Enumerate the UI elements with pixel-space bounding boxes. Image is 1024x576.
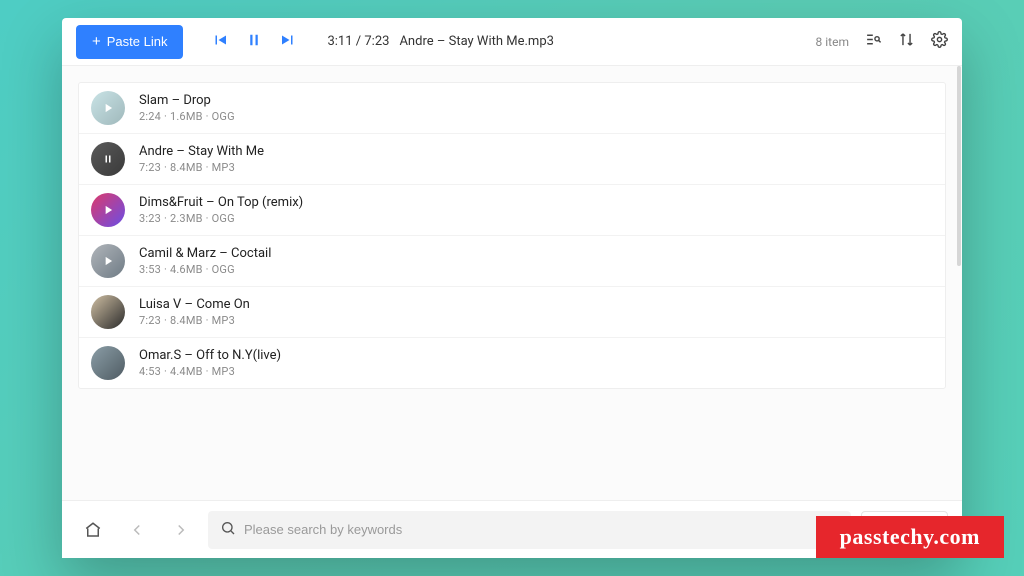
- time-display: 3:11 / 7:23: [327, 34, 389, 49]
- watermark: passtechy.com: [816, 516, 1004, 558]
- track-thumb[interactable]: [91, 244, 125, 278]
- paste-link-label: Paste Link: [107, 34, 168, 49]
- header-right: 8 item: [816, 31, 948, 52]
- track-title: Slam – Drop: [139, 93, 235, 108]
- track-size: 4.4MB: [170, 365, 203, 378]
- track-duration: 7:23: [139, 161, 161, 174]
- track-duration: 2:24: [139, 110, 161, 123]
- track-title: Omar.S – Off to N.Y(live): [139, 348, 281, 363]
- track-text: Luisa V – Come On 7:23 · 8.4MB · MP3: [139, 297, 250, 327]
- play-icon: [101, 101, 115, 115]
- search-icon: [220, 520, 236, 540]
- track-row[interactable]: Slam – Drop 2:24 · 1.6MB · OGG: [79, 83, 945, 134]
- app-window: + Paste Link 3:11 / 7:23 Andre – Stay Wi…: [62, 18, 962, 558]
- search-box[interactable]: [208, 511, 851, 549]
- transport-controls: [211, 31, 297, 53]
- next-track-icon[interactable]: [279, 31, 297, 53]
- scrollbar[interactable]: [957, 66, 961, 266]
- track-row[interactable]: Camil & Marz – Coctail 3:53 · 4.6MB · OGG: [79, 236, 945, 287]
- track-meta: 3:53 · 4.6MB · OGG: [139, 263, 271, 276]
- track-size: 8.4MB: [170, 161, 203, 174]
- elapsed-time: 3:11: [327, 34, 352, 49]
- back-icon[interactable]: [120, 513, 154, 547]
- track-text: Andre – Stay With Me 7:23 · 8.4MB · MP3: [139, 144, 264, 174]
- track-duration: 3:53: [139, 263, 161, 276]
- pause-icon: [102, 153, 114, 165]
- track-thumb[interactable]: [91, 142, 125, 176]
- track-title: Luisa V – Come On: [139, 297, 250, 312]
- track-title: Dims&Fruit – On Top (remix): [139, 195, 303, 210]
- track-meta: 2:24 · 1.6MB · OGG: [139, 110, 235, 123]
- track-duration: 7:23: [139, 314, 161, 327]
- track-meta: 3:23 · 2.3MB · OGG: [139, 212, 303, 225]
- track-format: MP3: [212, 161, 235, 174]
- search-input[interactable]: [244, 522, 839, 537]
- paste-link-button[interactable]: + Paste Link: [76, 25, 183, 59]
- track-list: Slam – Drop 2:24 · 1.6MB · OGG Andre – Sta…: [78, 82, 946, 389]
- track-row[interactable]: Dims&Fruit – On Top (remix) 3:23 · 2.3MB …: [79, 185, 945, 236]
- track-thumb[interactable]: [91, 295, 125, 329]
- home-icon[interactable]: [76, 513, 110, 547]
- track-format: MP3: [212, 365, 235, 378]
- track-row[interactable]: Andre – Stay With Me 7:23 · 8.4MB · MP3: [79, 134, 945, 185]
- track-thumb[interactable]: [91, 193, 125, 227]
- track-meta: 7:23 · 8.4MB · MP3: [139, 161, 264, 174]
- track-format: OGG: [212, 263, 235, 276]
- gear-icon[interactable]: [931, 31, 948, 52]
- track-row[interactable]: Omar.S – Off to N.Y(live) 4:53 · 4.4MB · …: [79, 338, 945, 388]
- track-size: 4.6MB: [170, 263, 203, 276]
- plus-icon: +: [92, 33, 101, 50]
- play-icon: [101, 254, 115, 268]
- track-duration: 3:23: [139, 212, 161, 225]
- track-text: Omar.S – Off to N.Y(live) 4:53 · 4.4MB · …: [139, 348, 281, 378]
- track-format: OGG: [212, 110, 235, 123]
- track-thumb[interactable]: [91, 346, 125, 380]
- track-text: Slam – Drop 2:24 · 1.6MB · OGG: [139, 93, 235, 123]
- forward-icon[interactable]: [164, 513, 198, 547]
- track-meta: 7:23 · 8.4MB · MP3: [139, 314, 250, 327]
- track-text: Camil & Marz – Coctail 3:53 · 4.6MB · OGG: [139, 246, 271, 276]
- list-search-icon[interactable]: [865, 31, 882, 52]
- sort-icon[interactable]: [898, 31, 915, 52]
- track-thumb[interactable]: [91, 91, 125, 125]
- track-text: Dims&Fruit – On Top (remix) 3:23 · 2.3MB …: [139, 195, 303, 225]
- track-format: OGG: [212, 212, 235, 225]
- track-size: 8.4MB: [170, 314, 203, 327]
- track-meta: 4:53 · 4.4MB · MP3: [139, 365, 281, 378]
- playback-info: 3:11 / 7:23 Andre – Stay With Me.mp3: [327, 34, 553, 49]
- pause-icon[interactable]: [245, 31, 263, 53]
- track-list-area: Slam – Drop 2:24 · 1.6MB · OGG Andre – Sta…: [62, 66, 962, 500]
- header: + Paste Link 3:11 / 7:23 Andre – Stay Wi…: [62, 18, 962, 66]
- track-title: Camil & Marz – Coctail: [139, 246, 271, 261]
- total-time: 7:23: [364, 34, 389, 49]
- track-title: Andre – Stay With Me: [139, 144, 264, 159]
- track-size: 1.6MB: [170, 110, 203, 123]
- track-duration: 4:53: [139, 365, 161, 378]
- now-playing-title: Andre – Stay With Me.mp3: [399, 34, 553, 49]
- play-icon: [101, 203, 115, 217]
- prev-track-icon[interactable]: [211, 31, 229, 53]
- track-size: 2.3MB: [170, 212, 203, 225]
- track-row[interactable]: Luisa V – Come On 7:23 · 8.4MB · MP3: [79, 287, 945, 338]
- item-count: 8 item: [816, 35, 849, 49]
- track-format: MP3: [212, 314, 235, 327]
